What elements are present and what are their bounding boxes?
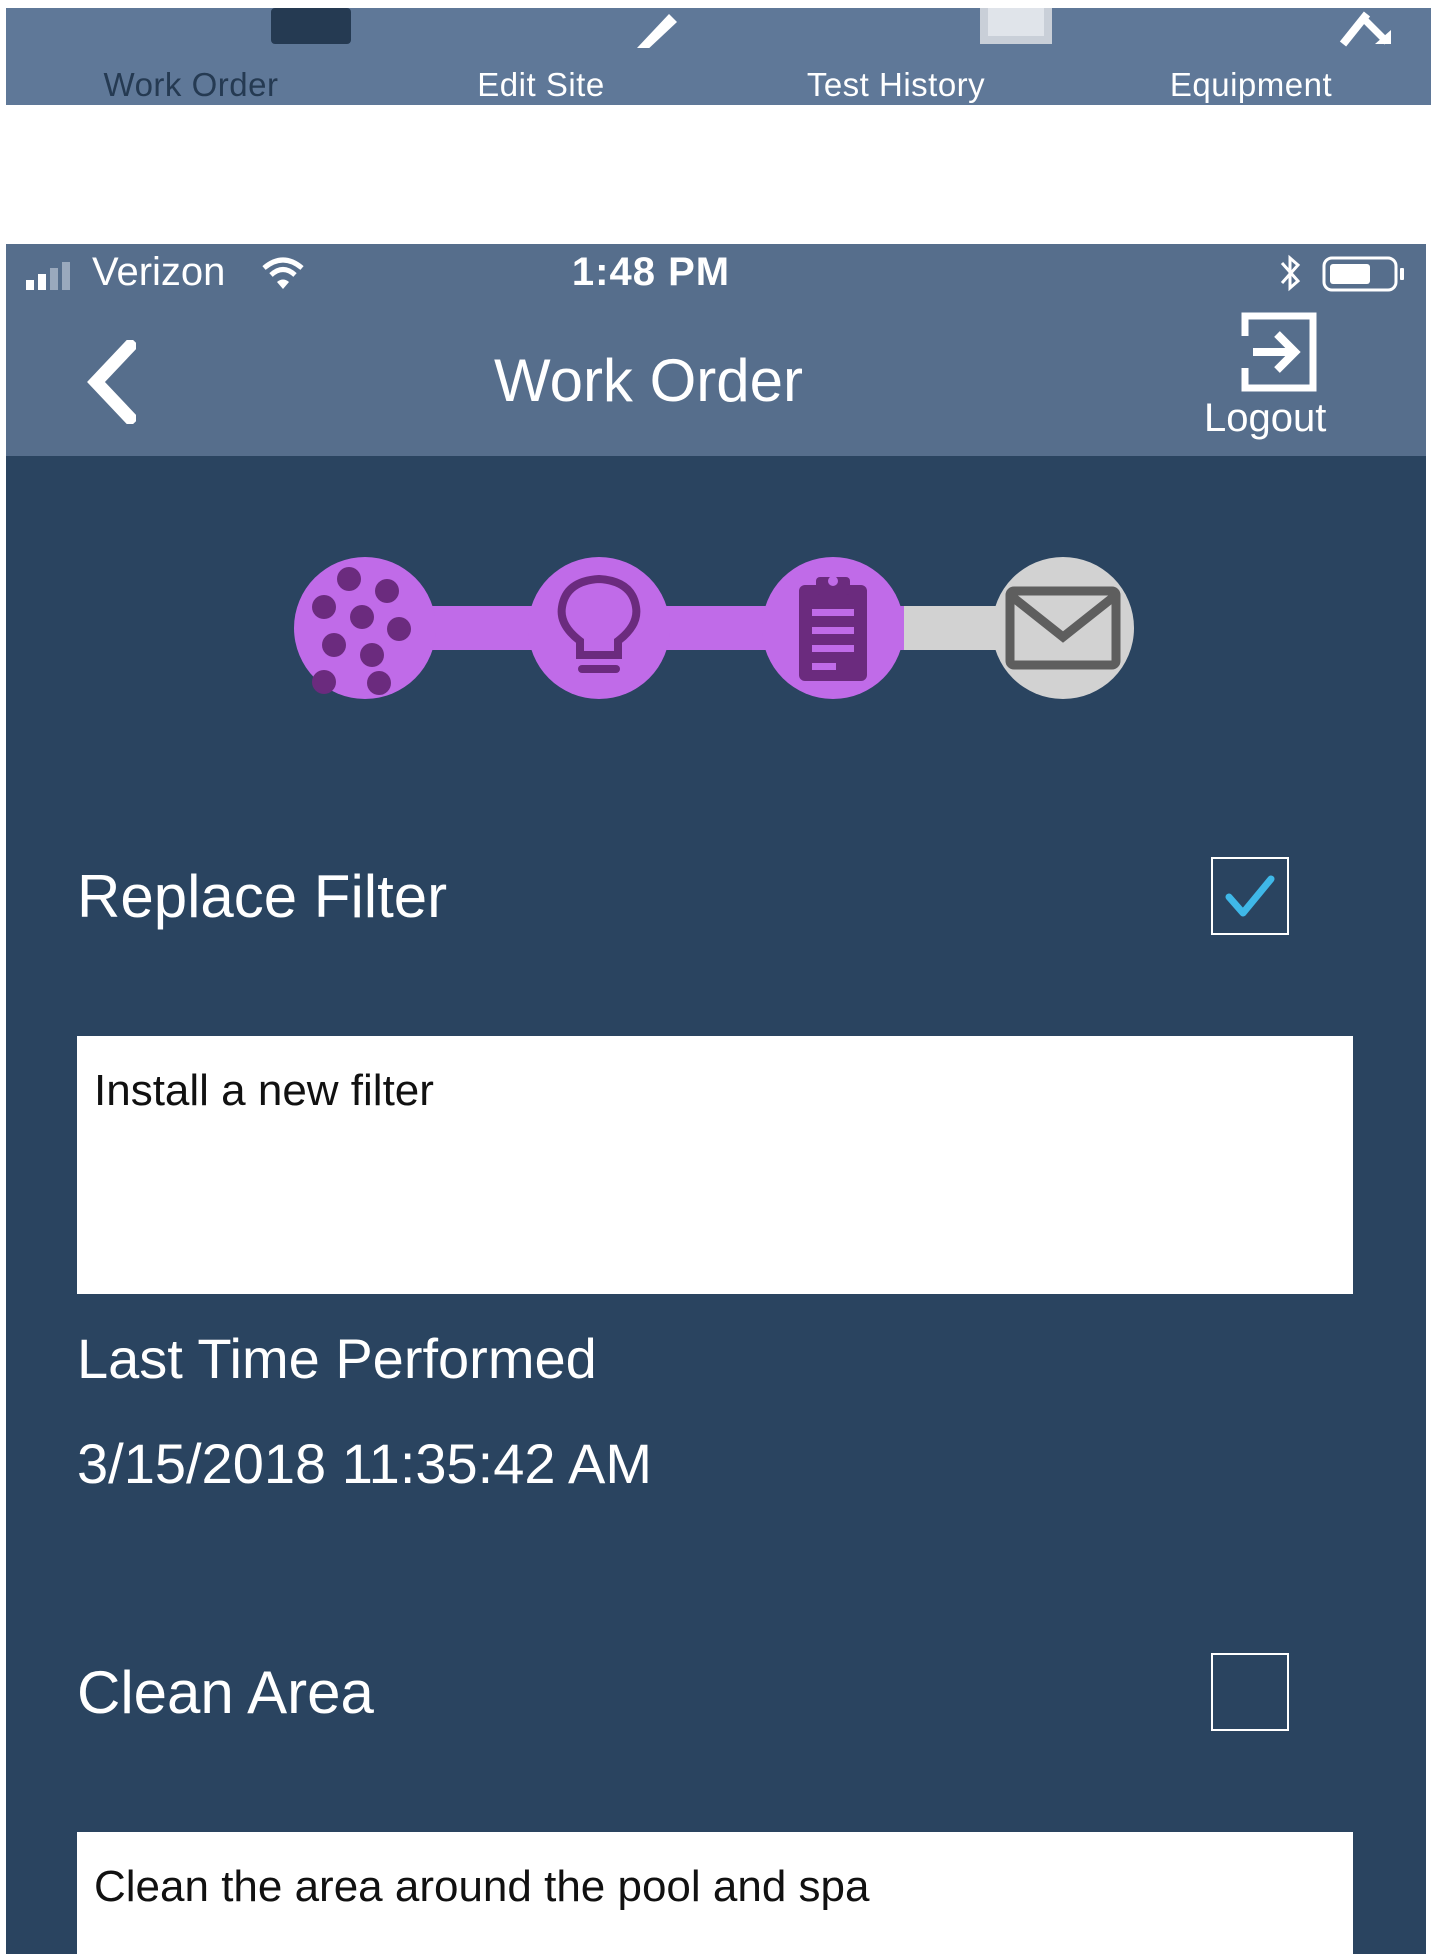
pencil-icon [637, 14, 677, 48]
tab-test-history[interactable]: Test History [776, 8, 1052, 105]
wrench-icon [1339, 11, 1391, 47]
step-envelope[interactable] [992, 557, 1134, 699]
battery-icon [1322, 256, 1404, 292]
clipboard-icon [799, 576, 867, 681]
tab-label: Test History [806, 66, 986, 103]
task-checkbox[interactable] [1211, 857, 1289, 935]
task-description-field[interactable]: Install a new filter [77, 1036, 1353, 1294]
tab-bar: Work Order Edit Site Test History Equipm… [6, 8, 1431, 105]
logout-icon [1241, 312, 1317, 392]
status-bar: Verizon 1:48 PM [6, 244, 1426, 304]
checkmark-icon [1225, 875, 1275, 917]
tab-label: Work Order [103, 66, 279, 103]
tab-edit-site[interactable]: Edit Site [421, 8, 677, 105]
last-performed-label: Last Time Performed [77, 1327, 597, 1390]
logout-label: Logout [1204, 396, 1327, 440]
bluetooth-icon [1280, 254, 1301, 292]
tab-work-order[interactable]: Work Order [71, 8, 351, 105]
work-order-icon [271, 8, 351, 44]
step-dots[interactable] [294, 557, 436, 699]
task-checkbox[interactable] [1211, 1653, 1289, 1731]
clipboard-icon [980, 8, 1052, 44]
step-lightbulb[interactable] [528, 557, 670, 699]
task-description-field[interactable]: Clean the area around the pool and spa [77, 1832, 1353, 1954]
last-performed-value: 3/15/2018 11:35:42 AM [77, 1432, 652, 1495]
nav-bar: Work Order Logout [6, 304, 1426, 456]
task-title: Replace Filter [77, 863, 448, 930]
status-time: 1:48 PM [571, 250, 731, 294]
tab-label: Edit Site [477, 66, 605, 103]
step-clipboard[interactable] [762, 557, 904, 699]
work-order-screen: Verizon 1:48 PM Work Order Logout Replac… [6, 244, 1426, 1954]
progress-stepper [294, 557, 1134, 699]
tab-equipment[interactable]: Equipment [1131, 8, 1391, 105]
task-title: Clean Area [77, 1659, 374, 1726]
tab-label: Equipment [1169, 66, 1333, 103]
